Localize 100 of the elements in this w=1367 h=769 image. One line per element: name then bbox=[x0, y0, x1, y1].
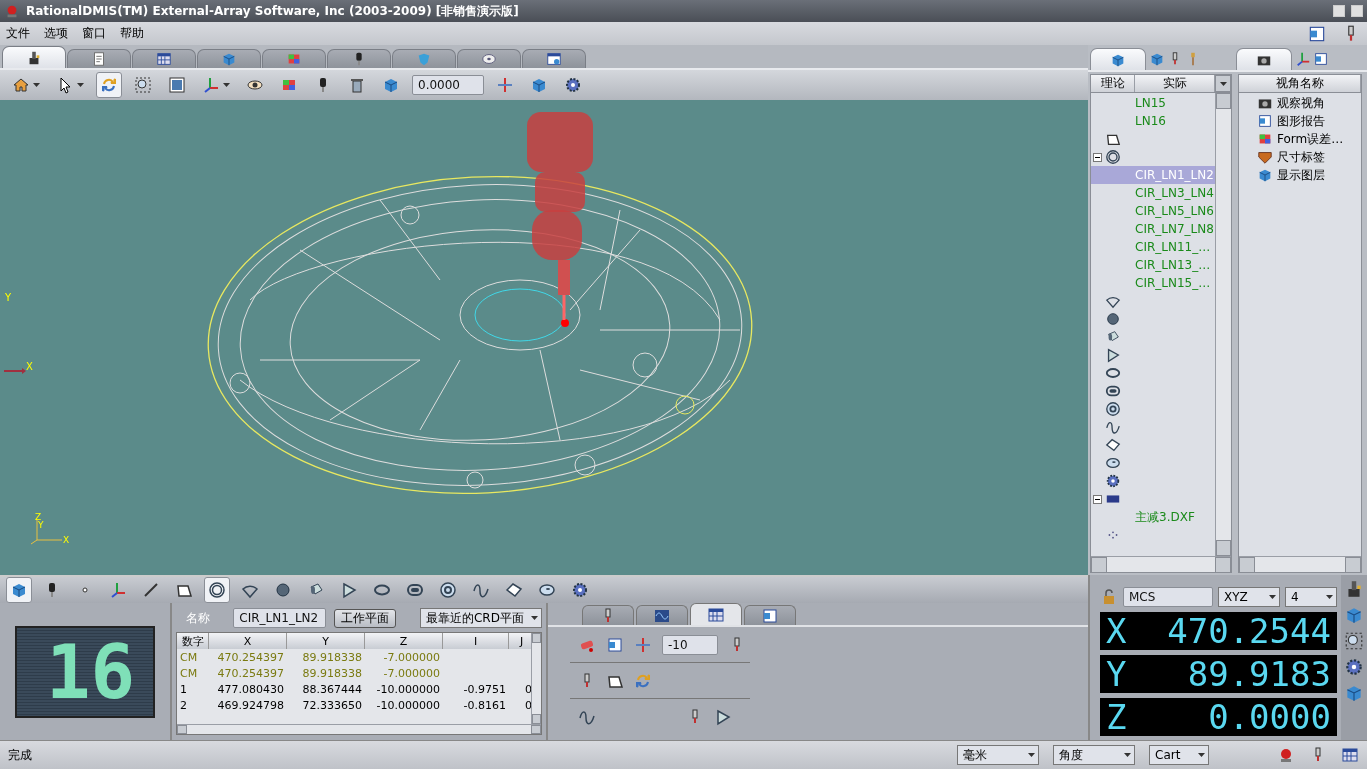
tree-label: CIR_LN13_… bbox=[1135, 258, 1211, 272]
tree-row[interactable]: CIR_LN13_… bbox=[1091, 256, 1215, 274]
report-icon bbox=[1257, 113, 1273, 129]
toolbar-button[interactable] bbox=[6, 577, 32, 603]
table-cell-text: -0.8161 bbox=[462, 697, 507, 713]
tree-label: CIR_LN7_LN8 bbox=[1135, 222, 1214, 236]
table-cell-text: 72.333650 bbox=[301, 697, 363, 713]
coords-select[interactable]: Cart bbox=[1149, 745, 1209, 765]
expander-icon[interactable] bbox=[1093, 152, 1102, 162]
tab[interactable] bbox=[522, 49, 586, 68]
tree-row[interactable]: CIR_LN3_LN4 bbox=[1091, 184, 1215, 202]
curve-icon bbox=[578, 708, 596, 726]
scrollbar[interactable] bbox=[1091, 556, 1231, 572]
scrollbar[interactable] bbox=[177, 724, 541, 734]
column-header[interactable]: I bbox=[443, 633, 509, 649]
tab[interactable] bbox=[690, 603, 742, 625]
frame-field[interactable]: MCS bbox=[1123, 587, 1213, 607]
name-label: 名称 bbox=[186, 609, 211, 627]
gear-icon bbox=[564, 76, 582, 94]
depth-field[interactable]: -10 bbox=[662, 634, 718, 655]
view-item[interactable]: 图形报告 bbox=[1277, 112, 1325, 130]
table-cell-text: 89.918338 bbox=[301, 665, 363, 681]
menu-item[interactable]: 窗口 bbox=[82, 25, 106, 42]
gear-icon bbox=[1105, 473, 1121, 489]
tree-label: CIR_LN15_… bbox=[1135, 276, 1211, 290]
table-cell-text: -0.9751 bbox=[462, 681, 507, 697]
tree-row[interactable]: CIR_LN11_… bbox=[1091, 238, 1215, 256]
panel-tab[interactable] bbox=[1236, 48, 1292, 70]
cube-icon bbox=[530, 76, 548, 94]
plane-button[interactable]: 工作平面 bbox=[333, 608, 396, 628]
column-header[interactable]: 理论 bbox=[1091, 75, 1135, 92]
surface-icon bbox=[505, 581, 523, 599]
zoom-icon bbox=[134, 76, 152, 94]
table-cell-text: 477.080430 bbox=[216, 681, 285, 697]
window-title: RationalDMIS(TM) External-Array Software, Inc (2003-2009) [非销售演示版] bbox=[26, 2, 520, 20]
plane-select[interactable]: 最靠近的CRD平面 bbox=[419, 608, 542, 628]
view-item[interactable]: 观察视角 bbox=[1277, 94, 1325, 112]
table-cell-text: CM bbox=[179, 665, 199, 681]
coordinate-readout: X 470.2544 bbox=[1100, 612, 1337, 650]
menu-item[interactable]: 选项 bbox=[44, 25, 68, 42]
circle-icon bbox=[208, 581, 226, 599]
column-header[interactable]: Z bbox=[365, 633, 443, 649]
caret-icon bbox=[1028, 753, 1035, 757]
tree-row[interactable]: CIR_LN7_LN8 bbox=[1091, 220, 1215, 238]
digits-select[interactable]: 4 bbox=[1285, 587, 1337, 607]
scrollbar[interactable] bbox=[1215, 93, 1231, 556]
ring-icon bbox=[1105, 401, 1121, 417]
scrollbar[interactable] bbox=[531, 633, 541, 724]
scrollbar[interactable] bbox=[1239, 556, 1361, 572]
menu-item[interactable]: 文件 bbox=[6, 25, 30, 42]
cube-icon bbox=[10, 581, 28, 599]
circle-icon bbox=[1105, 149, 1121, 165]
column-header[interactable]: Y bbox=[287, 633, 365, 649]
view-item[interactable]: 显示图层 bbox=[1277, 166, 1325, 184]
tree-label: LN15 bbox=[1135, 96, 1166, 110]
column-header[interactable]: 视角名称 bbox=[1239, 75, 1361, 92]
axes-icon bbox=[202, 76, 220, 94]
cone-icon bbox=[1105, 347, 1121, 363]
table-cell-text: -7.000000 bbox=[382, 649, 441, 665]
column-header[interactable]: 数字 bbox=[177, 633, 209, 649]
sphere-icon bbox=[274, 581, 292, 599]
angle-select[interactable]: 角度 bbox=[1053, 745, 1135, 765]
caret-icon bbox=[1269, 595, 1276, 599]
tree-label: CIR_LN5_LN6 bbox=[1135, 204, 1214, 218]
surface-icon bbox=[1105, 437, 1121, 453]
counter-display: 16 bbox=[15, 625, 155, 718]
view-item[interactable]: 尺寸标签 bbox=[1277, 148, 1325, 166]
caret-icon bbox=[77, 83, 84, 87]
caret-icon bbox=[1124, 753, 1131, 757]
report-icon bbox=[1313, 51, 1329, 67]
tab[interactable] bbox=[2, 46, 66, 68]
table-cell-text: -10.000000 bbox=[375, 681, 441, 697]
tree-label: LN16 bbox=[1135, 114, 1166, 128]
cad-viewport[interactable]: Y X Z Y X bbox=[0, 100, 1088, 575]
caret-icon bbox=[531, 616, 538, 620]
tab[interactable] bbox=[327, 49, 391, 68]
menu-item[interactable]: 帮助 bbox=[120, 25, 144, 42]
tree-row[interactable]: CIR_LN5_LN6 bbox=[1091, 202, 1215, 220]
unit-select[interactable]: 毫米 bbox=[957, 745, 1039, 765]
table-cell-text: -7.000000 bbox=[382, 665, 441, 681]
tree-row[interactable]: CIR_LN15_… bbox=[1091, 274, 1215, 292]
disk-icon bbox=[481, 51, 497, 67]
axis-label: Z bbox=[35, 512, 42, 522]
table-cell-text: 89.918338 bbox=[301, 649, 363, 665]
value-field[interactable]: 0.0000 bbox=[412, 75, 484, 95]
trash-icon bbox=[348, 76, 366, 94]
name-field[interactable]: CIR_LN1_LN2 bbox=[233, 608, 326, 628]
tree-row[interactable]: 主减3.DXF bbox=[1091, 508, 1215, 526]
column-header[interactable]: J bbox=[509, 633, 531, 649]
gear-icon bbox=[571, 581, 589, 599]
caret-icon bbox=[1326, 595, 1333, 599]
mode-select[interactable]: XYZ bbox=[1218, 587, 1280, 607]
toolbar-button[interactable] bbox=[204, 577, 230, 603]
table-cell-text: 88.367444 bbox=[301, 681, 363, 697]
view-item[interactable]: Form误差… bbox=[1277, 130, 1344, 148]
expander-icon[interactable] bbox=[1093, 494, 1102, 504]
slot-icon bbox=[1105, 383, 1121, 399]
axes-icon bbox=[109, 581, 127, 599]
column-header[interactable]: X bbox=[209, 633, 287, 649]
coordinate-readout: Y 89.9183 bbox=[1100, 655, 1337, 693]
